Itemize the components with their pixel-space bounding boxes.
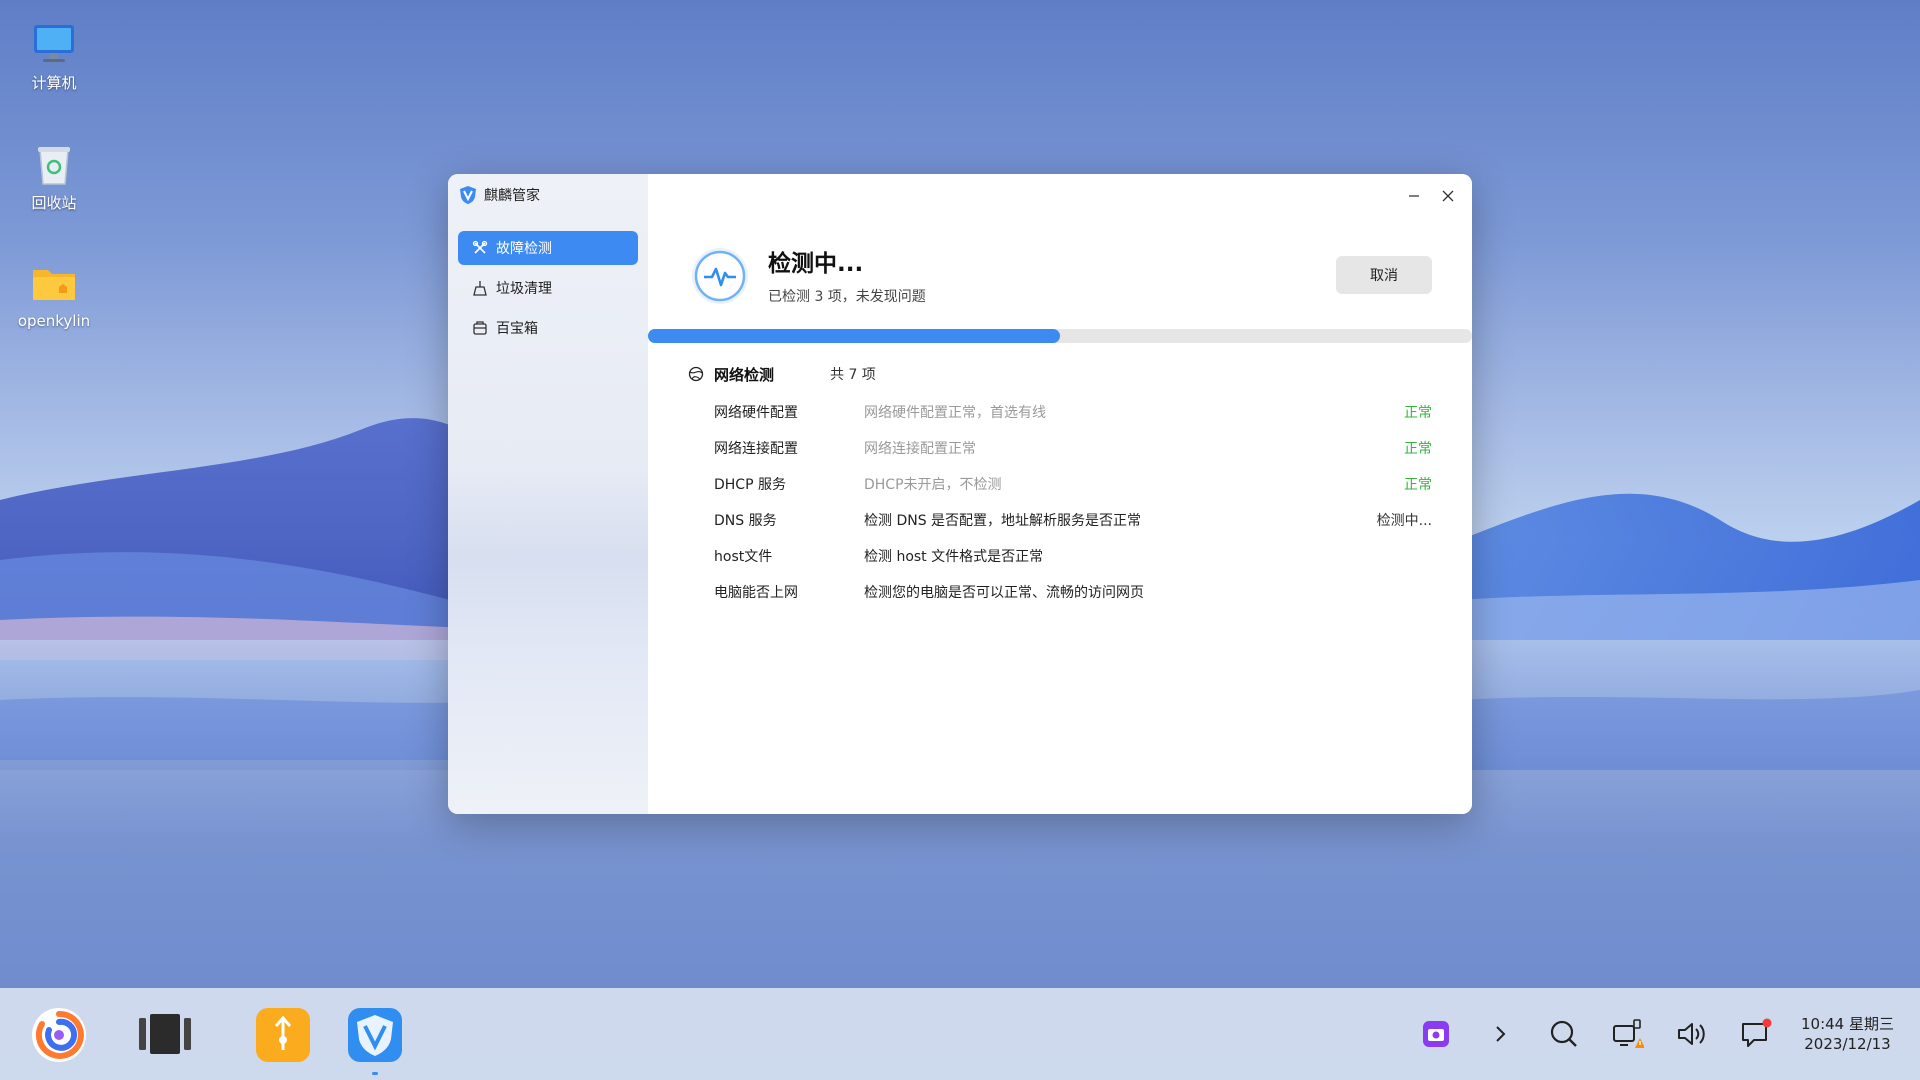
network-globe-icon: [688, 366, 704, 382]
check-name: 网络硬件配置: [714, 405, 798, 421]
file-transfer-icon: [256, 1008, 310, 1062]
check-name: host文件: [714, 549, 773, 565]
network-warning-icon: [1613, 1019, 1644, 1048]
monitor-icon: [30, 20, 78, 68]
check-row: 网络连接配置 网络连接配置正常 正常: [648, 436, 1472, 460]
check-name: 网络连接配置: [714, 441, 798, 457]
home-folder-icon: [30, 260, 78, 308]
kylin-manager-icon: [348, 1008, 402, 1062]
detection-pulse-icon: [690, 246, 750, 306]
sidebar-item-label: 垃圾清理: [496, 281, 552, 297]
app-title-bar: 麒麟管家: [458, 184, 540, 206]
notification-icon: [1742, 1018, 1772, 1047]
check-status: 正常: [1404, 405, 1432, 421]
clock-time: 10:44 星期三: [1801, 1015, 1894, 1033]
file-transfer-app[interactable]: [254, 1006, 312, 1064]
sidebar-item-label: 故障检测: [496, 241, 552, 257]
progress-fill: [648, 329, 1060, 343]
recycle-bin-icon: [30, 140, 78, 188]
active-indicator: [372, 1072, 378, 1075]
start-menu-button[interactable]: [30, 1006, 88, 1064]
screenshot-tray-button[interactable]: [1418, 1016, 1454, 1052]
multitask-view-button[interactable]: [136, 1006, 194, 1064]
screenshot-icon: [1423, 1021, 1449, 1047]
broom-icon: [472, 280, 488, 296]
sidebar-item-label: 百宝箱: [496, 321, 538, 337]
volume-icon: [1678, 1023, 1705, 1045]
status-title: 检测中...: [768, 251, 864, 277]
main-content: 检测中... 已检测 3 项，未发现问题 取消 网络检测 共 7 项 网络硬件配…: [648, 174, 1472, 814]
check-description: 网络连接配置正常: [864, 441, 976, 457]
status-subtitle: 已检测 3 项，未发现问题: [768, 289, 926, 305]
desktop-icon-label: 回收站: [31, 194, 77, 212]
check-name: DHCP 服务: [714, 477, 786, 493]
desktop-icon-label: 计算机: [31, 74, 77, 92]
search-icon: [1550, 1020, 1577, 1047]
desktop-icon-computer[interactable]: 计算机: [14, 20, 94, 93]
clock[interactable]: 10:44 星期三 2023/12/13: [1801, 1014, 1894, 1054]
minimize-button[interactable]: [1400, 182, 1428, 210]
sidebar: 麒麟管家 故障检测 垃圾清理 百宝箱: [448, 174, 648, 814]
expand-tray-button[interactable]: [1482, 1016, 1518, 1052]
notification-tray-button[interactable]: [1738, 1016, 1774, 1052]
desktop-icon-label: openkylin: [17, 312, 91, 330]
check-row: 电脑能否上网 检测您的电脑是否可以正常、流畅的访问网页: [648, 580, 1472, 604]
check-row: DNS 服务 检测 DNS 是否配置，地址解析服务是否正常 检测中...: [648, 508, 1472, 532]
check-row: DHCP 服务 DHCP未开启，不检测 正常: [648, 472, 1472, 496]
taskbar: 10:44 星期三 2023/12/13: [0, 988, 1920, 1080]
clock-date: 2023/12/13: [1804, 1035, 1891, 1053]
check-name: 电脑能否上网: [714, 585, 798, 601]
desktop-icon-recycle-bin[interactable]: 回收站: [14, 140, 94, 213]
volume-tray-button[interactable]: [1674, 1016, 1710, 1052]
check-status: 正常: [1404, 441, 1432, 457]
app-title: 麒麟管家: [484, 188, 540, 204]
sidebar-item-junk-cleanup[interactable]: 垃圾清理: [458, 271, 638, 305]
check-row: 网络硬件配置 网络硬件配置正常，首选有线 正常: [648, 400, 1472, 424]
check-description: 检测 host 文件格式是否正常: [864, 549, 1044, 565]
minimize-icon: [1409, 195, 1419, 197]
tools-icon: [472, 240, 488, 256]
search-tray-button[interactable]: [1546, 1016, 1582, 1052]
kylin-manager-app[interactable]: [346, 1006, 404, 1075]
sidebar-item-toolbox[interactable]: 百宝箱: [458, 311, 638, 345]
section-title: 网络检测: [714, 365, 775, 384]
close-button[interactable]: [1434, 182, 1462, 210]
network-tray-button[interactable]: [1610, 1016, 1646, 1052]
close-icon: [1442, 190, 1454, 202]
section-network-detection: 网络检测 共 7 项: [688, 364, 876, 384]
check-row: host文件 检测 host 文件格式是否正常: [648, 544, 1472, 568]
check-description: 检测您的电脑是否可以正常、流畅的访问网页: [864, 585, 1144, 601]
desktop: 计算机 回收站 openkylin 麒麟管家 故障检测 垃圾清理 百宝箱 检测中…: [0, 0, 1920, 1080]
expand-arrow-icon: [1496, 1026, 1506, 1042]
check-status: 检测中...: [1376, 513, 1432, 529]
multitask-view-icon: [139, 1014, 191, 1054]
desktop-icon-home-folder[interactable]: openkylin: [14, 260, 94, 330]
check-description: DHCP未开启，不检测: [864, 477, 1002, 493]
section-count: 共 7 项: [830, 367, 876, 383]
check-description: 网络硬件配置正常，首选有线: [864, 405, 1046, 421]
start-menu-icon: [32, 1008, 86, 1062]
toolbox-icon: [472, 320, 488, 336]
cancel-button[interactable]: 取消: [1336, 256, 1432, 294]
check-status: 正常: [1404, 477, 1432, 493]
kylin-manager-window: 麒麟管家 故障检测 垃圾清理 百宝箱 检测中... 已检测 3 项，未发现问题 …: [448, 174, 1472, 814]
kylin-manager-logo-icon: [458, 185, 478, 205]
progress-bar: [648, 329, 1472, 343]
check-description: 检测 DNS 是否配置，地址解析服务是否正常: [864, 513, 1142, 529]
sidebar-item-fault-detection[interactable]: 故障检测: [458, 231, 638, 265]
check-name: DNS 服务: [714, 513, 777, 529]
